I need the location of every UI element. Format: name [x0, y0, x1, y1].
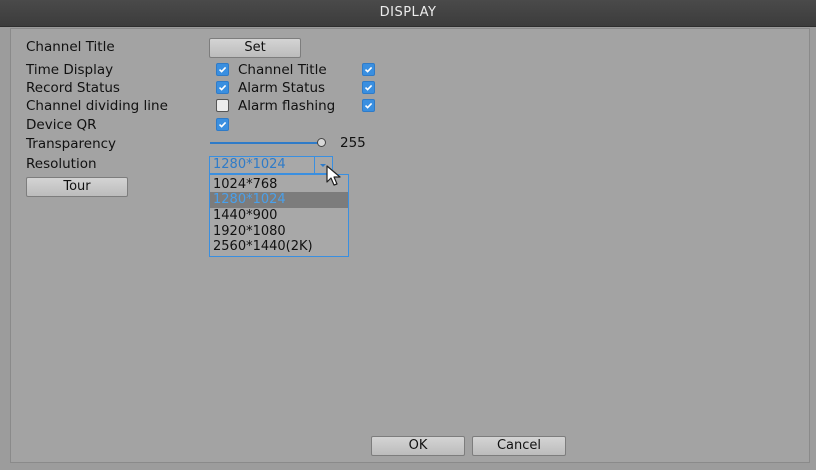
display-settings-panel [10, 28, 810, 463]
alarm-status-label: Alarm Status [238, 80, 326, 96]
resolution-option-selected[interactable]: 1280*1024 [210, 192, 348, 208]
channel-title-overlay-label: Channel Title [238, 62, 327, 78]
tour-button[interactable]: Tour [26, 177, 128, 197]
resolution-option[interactable]: 1920*1080 [210, 224, 348, 240]
resolution-select[interactable]: 1280*1024 [209, 156, 333, 174]
title-bar: DISPLAY [0, 0, 816, 27]
resolution-selected-value: 1280*1024 [213, 157, 286, 172]
channel-title-overlay-checkbox[interactable] [362, 63, 375, 76]
check-icon [364, 102, 373, 109]
check-icon [218, 121, 227, 128]
time-display-label: Time Display [26, 62, 114, 78]
device-qr-label: Device QR [26, 117, 97, 133]
device-qr-checkbox[interactable] [216, 118, 229, 131]
transparency-label: Transparency [26, 136, 117, 152]
resolution-option[interactable]: 1440*900 [210, 208, 348, 224]
ok-button[interactable]: OK [371, 436, 465, 456]
check-icon [364, 66, 373, 73]
check-icon [218, 66, 227, 73]
channel-dividing-line-checkbox[interactable] [216, 99, 229, 112]
channel-title-set-button[interactable]: Set [209, 38, 301, 58]
channel-dividing-line-label: Channel dividing line [26, 98, 168, 114]
alarm-flashing-label: Alarm flashing [238, 98, 336, 114]
record-status-label: Record Status [26, 80, 120, 96]
alarm-flashing-checkbox[interactable] [362, 99, 375, 112]
check-icon [364, 84, 373, 91]
transparency-value: 255 [340, 135, 366, 151]
alarm-status-checkbox[interactable] [362, 81, 375, 94]
resolution-label: Resolution [26, 156, 97, 172]
resolution-option[interactable]: 2560*1440(2K) [210, 239, 348, 255]
check-icon [218, 84, 227, 91]
cancel-button[interactable]: Cancel [472, 436, 566, 456]
transparency-slider-handle[interactable] [317, 138, 326, 147]
window-title: DISPLAY [379, 5, 437, 20]
time-display-checkbox[interactable] [216, 63, 229, 76]
arrow-cursor-icon [326, 165, 341, 186]
transparency-slider[interactable] [210, 142, 318, 144]
channel-title-label: Channel Title [26, 39, 115, 55]
record-status-checkbox[interactable] [216, 81, 229, 94]
